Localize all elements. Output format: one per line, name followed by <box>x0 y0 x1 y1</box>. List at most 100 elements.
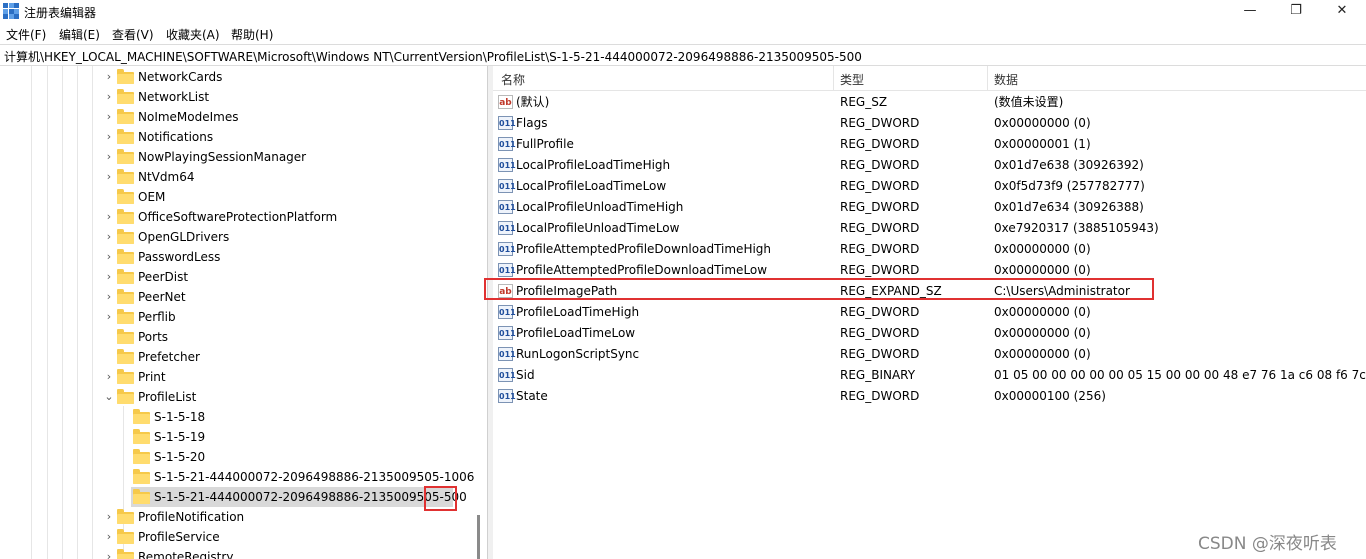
binary-value-icon: 011 <box>498 326 516 340</box>
value-type: REG_DWORD <box>840 158 920 172</box>
maximize-button[interactable]: ❐ <box>1273 0 1319 22</box>
tree-item-profileservice[interactable]: › ProfileService <box>103 527 480 547</box>
tree-item-networkcards[interactable]: › NetworkCards <box>103 67 480 87</box>
value-row[interactable]: 011 Sid REG_BINARY 01 05 00 00 00 00 00 05 … <box>493 365 1366 386</box>
tree-item-officesoftwareprotectionplatform[interactable]: › OfficeSoftwareProtectionPlatform <box>103 207 480 227</box>
value-data: 0x00000000 (0) <box>994 305 1091 319</box>
value-list-pane[interactable]: 名称 类型 数据 ab (默认) REG_SZ (数值未设置) 011 Flags REG_… <box>493 66 1366 559</box>
tree-item-remoteregistry[interactable]: › RemoteRegistry <box>103 547 480 559</box>
tree-item-networklist[interactable]: › NetworkList <box>103 87 480 107</box>
tree-item-notifications[interactable]: › Notifications <box>103 127 480 147</box>
value-data: 0x00000000 (0) <box>994 347 1091 361</box>
tree-item-perflib[interactable]: › Perflib <box>103 307 480 327</box>
value-row[interactable]: 011 Flags REG_DWORD 0x00000000 (0) <box>493 113 1366 134</box>
tree-item-ports[interactable]: Ports <box>103 327 480 347</box>
tree-item-s-1-5-20[interactable]: S-1-5-20 <box>119 447 480 467</box>
column-header-data[interactable]: 数据 <box>994 71 1018 88</box>
address-path[interactable]: 计算机\HKEY_LOCAL_MACHINE\SOFTWARE\Microsof… <box>4 48 862 65</box>
chevron-right-icon[interactable]: › <box>103 267 115 287</box>
chevron-right-icon[interactable]: › <box>103 547 115 559</box>
tree-item-noimemodeimes[interactable]: › NoImeModeImes <box>103 107 480 127</box>
key-tree-pane[interactable]: › NetworkCards › NetworkList › NoImeModeImes ›… <box>0 66 487 559</box>
chevron-right-icon[interactable]: › <box>103 107 115 127</box>
value-name: ProfileLoadTimeHigh <box>516 305 640 319</box>
binary-value-icon: 011 <box>498 347 516 361</box>
value-row[interactable]: 011 LocalProfileLoadTimeHigh REG_DWORD 0x01… <box>493 155 1366 176</box>
value-row[interactable]: 011 LocalProfileUnloadTimeHigh REG_DWORD 0x… <box>493 197 1366 218</box>
tree-item-peernet[interactable]: › PeerNet <box>103 287 480 307</box>
tree-item-oem[interactable]: OEM <box>103 187 480 207</box>
value-row[interactable]: 011 RunLogonScriptSync REG_DWORD 0x00000000… <box>493 344 1366 365</box>
value-data: 0x00000000 (0) <box>994 326 1091 340</box>
chevron-right-icon[interactable]: › <box>103 87 115 107</box>
value-row[interactable]: 011 ProfileLoadTimeHigh REG_DWORD 0x0000000… <box>493 302 1366 323</box>
chevron-right-icon[interactable]: › <box>103 127 115 147</box>
tree-item-prefetcher[interactable]: Prefetcher <box>103 347 480 367</box>
chevron-down-icon[interactable]: ⌄ <box>103 387 115 407</box>
folder-icon <box>117 309 134 324</box>
tree-item-label: S-1-5-20 <box>154 450 206 464</box>
value-name: (默认) <box>516 95 550 109</box>
value-name: LocalProfileLoadTimeHigh <box>516 158 671 172</box>
value-name: Flags <box>516 116 548 130</box>
menu-favorites[interactable]: 收藏夹(A) <box>166 26 220 43</box>
value-type: REG_DWORD <box>840 116 920 130</box>
chevron-right-icon[interactable]: › <box>103 247 115 267</box>
value-row[interactable]: 011 FullProfile REG_DWORD 0x00000001 (1) <box>493 134 1366 155</box>
folder-icon <box>133 469 150 484</box>
tree-item-label: NetworkList <box>138 90 210 104</box>
close-button[interactable]: ✕ <box>1319 0 1365 22</box>
value-row[interactable]: 011 State REG_DWORD 0x00000100 (256) <box>493 386 1366 407</box>
tree-item-label: NoImeModeImes <box>138 110 239 124</box>
tree-item-passwordless[interactable]: › PasswordLess <box>103 247 480 267</box>
tree-item-peerdist[interactable]: › PeerDist <box>103 267 480 287</box>
value-data: 01 05 00 00 00 00 00 05 15 00 00 00 48 e… <box>994 368 1366 382</box>
chevron-right-icon[interactable]: › <box>103 207 115 227</box>
tree-scrollbar[interactable] <box>477 515 480 559</box>
menu-view[interactable]: 查看(V) <box>112 26 154 43</box>
chevron-right-icon[interactable]: › <box>103 367 115 387</box>
folder-icon <box>133 489 150 504</box>
chevron-right-icon[interactable]: › <box>103 227 115 247</box>
menu-file[interactable]: 文件(F) <box>6 26 46 43</box>
tree-item-s-1-5-19[interactable]: S-1-5-19 <box>119 427 480 447</box>
chevron-right-icon[interactable]: › <box>103 147 115 167</box>
tree-item-nowplayingsessionmanager[interactable]: › NowPlayingSessionManager <box>103 147 480 167</box>
tree-item-s-1-5-21-444000072-2096498886-2135009505-1006[interactable]: S-1-5-21-444000072-2096498886-2135009505… <box>119 467 480 487</box>
binary-value-icon: 011 <box>498 263 516 277</box>
value-row[interactable]: ab (默认) REG_SZ (数值未设置) <box>493 92 1366 113</box>
tree-item-ntvdm64[interactable]: › NtVdm64 <box>103 167 480 187</box>
chevron-right-icon[interactable]: › <box>103 287 115 307</box>
value-name: ProfileAttemptedProfileDownloadTimeHigh <box>516 242 772 256</box>
menu-edit[interactable]: 编辑(E) <box>59 26 100 43</box>
address-bar[interactable]: 计算机\HKEY_LOCAL_MACHINE\SOFTWARE\Microsof… <box>0 44 1366 66</box>
folder-icon <box>117 349 134 364</box>
minimize-button[interactable]: — <box>1227 0 1273 22</box>
chevron-right-icon[interactable]: › <box>103 67 115 87</box>
value-row[interactable]: 011 ProfileAttemptedProfileDownloadTimeHi… <box>493 239 1366 260</box>
value-row[interactable]: 011 LocalProfileLoadTimeLow REG_DWORD 0x0f5… <box>493 176 1366 197</box>
chevron-right-icon[interactable]: › <box>103 167 115 187</box>
folder-icon <box>117 149 134 164</box>
chevron-right-icon[interactable]: › <box>103 507 115 527</box>
tree-item-label: OfficeSoftwareProtectionPlatform <box>138 210 338 224</box>
value-row[interactable]: 011 ProfileLoadTimeLow REG_DWORD 0x00000000… <box>493 323 1366 344</box>
value-name: LocalProfileLoadTimeLow <box>516 179 667 193</box>
watermark: CSDN @深夜听表 <box>1198 534 1337 554</box>
value-row[interactable]: 011 LocalProfileUnloadTimeLow REG_DWORD 0xe… <box>493 218 1366 239</box>
tree-item-profilelist[interactable]: ⌄ ProfileList <box>103 387 480 407</box>
tree-item-s-1-5-18[interactable]: S-1-5-18 <box>119 407 480 427</box>
chevron-right-icon[interactable]: › <box>103 307 115 327</box>
tree-item-label: PeerDist <box>138 270 189 284</box>
column-header-type[interactable]: 类型 <box>840 71 864 88</box>
tree-item-opengldrivers[interactable]: › OpenGLDrivers <box>103 227 480 247</box>
tree-item-label: OEM <box>138 190 166 204</box>
menu-bar: 文件(F) 编辑(E) 查看(V) 收藏夹(A) 帮助(H) <box>0 22 1366 44</box>
chevron-right-icon[interactable]: › <box>103 527 115 547</box>
tree-item-label: NetworkCards <box>138 70 223 84</box>
menu-help[interactable]: 帮助(H) <box>231 26 273 43</box>
tree-item-print[interactable]: › Print <box>103 367 480 387</box>
binary-value-icon: 011 <box>498 242 516 256</box>
tree-item-label: PeerNet <box>138 290 186 304</box>
column-header-name[interactable]: 名称 <box>501 71 525 88</box>
